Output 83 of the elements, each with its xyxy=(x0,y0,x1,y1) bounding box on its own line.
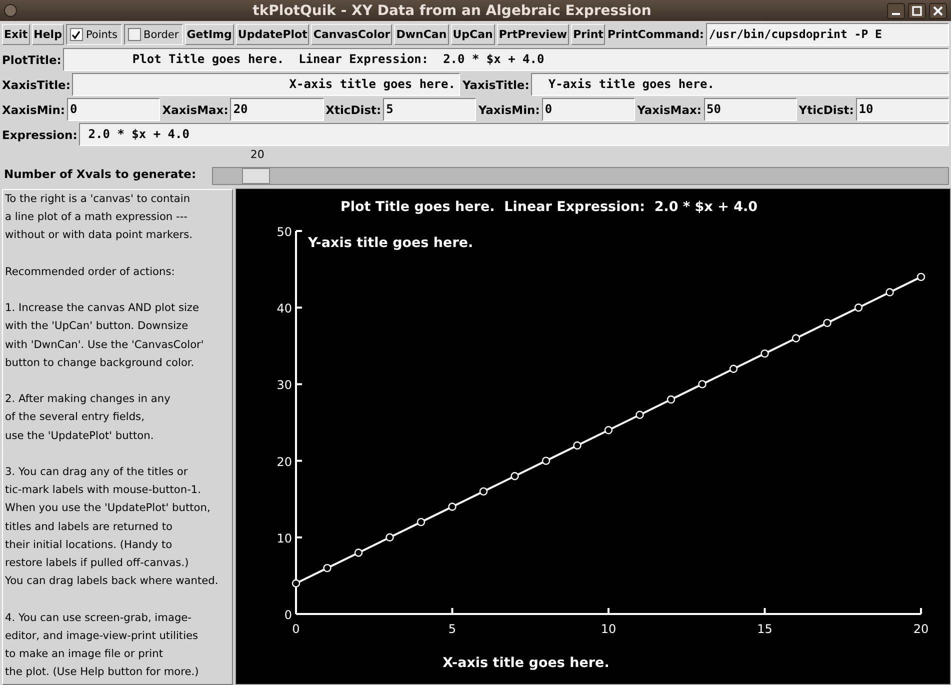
field-label: YaxisMin: xyxy=(478,102,540,116)
toolbar-button[interactable]: CanvasColor xyxy=(311,24,392,45)
maximize-icon[interactable] xyxy=(908,2,926,18)
help-paragraph: 3. You can drag any of the titles or tic-mark labels with mouse-button-1. When you use the 'UpdatePlot' button, titles and labels are returned to their initial locations. (Handy to restore labels if pulled off-canvas.) You can drag labels back where wanted. xyxy=(5,464,220,590)
axis-title-field[interactable]: X-axis title goes here. xyxy=(72,73,460,96)
field-label: YaxisMax: xyxy=(637,102,702,116)
toolbar-button[interactable]: PrtPreview xyxy=(496,24,570,45)
y-tick-label: 10 xyxy=(276,531,292,546)
field-label: YaxisTitle: xyxy=(462,78,530,92)
data-point-marker xyxy=(479,487,488,496)
data-point-marker xyxy=(448,502,456,511)
x-tick-label: 10 xyxy=(600,622,616,636)
axis-limit-field[interactable]: 10 xyxy=(856,98,950,121)
data-point-marker xyxy=(323,564,332,572)
help-paragraph: Recommended order of actions: xyxy=(5,264,176,280)
data-point-marker xyxy=(823,318,832,328)
axis-limit-field[interactable]: 20 xyxy=(230,98,324,121)
data-point-marker xyxy=(792,334,800,342)
toolbar-button[interactable]: Print xyxy=(571,24,606,45)
checkmark-icon xyxy=(71,30,82,40)
field-label: XaxisMin: xyxy=(2,102,66,116)
x-tick-label: 15 xyxy=(757,622,772,636)
data-point-marker xyxy=(666,395,676,404)
toolbar-button[interactable]: UpdatePlot xyxy=(236,24,310,45)
y-tick-label: 40 xyxy=(276,302,292,316)
data-point-marker xyxy=(916,272,926,282)
y-tick-label: 0 xyxy=(284,608,292,622)
toolbar-button[interactable]: GetImg xyxy=(184,24,234,45)
toolbar-button[interactable]: DwnCan xyxy=(394,24,449,45)
x-axis-title: X-axis title goes here. xyxy=(442,655,610,671)
axis-limit-field[interactable]: 50 xyxy=(704,98,797,121)
axis-limit-field[interactable]: 5 xyxy=(383,98,476,121)
minimize-icon[interactable] xyxy=(887,2,905,18)
toolbar-button[interactable]: Exit xyxy=(2,24,30,45)
data-point-marker xyxy=(854,304,863,312)
data-point-marker xyxy=(416,518,426,526)
x-tick-label: 20 xyxy=(913,622,929,636)
slider-thumb[interactable] xyxy=(242,168,270,184)
window-title: tkPlotQuik - XY Data from an Algebraic Expression xyxy=(252,2,652,18)
help-paragraph: 1. Increase the canvas AND plot size with the 'UpCan' button. Downsize with 'DwnCan'. Use the 'CanvasColor' button to change background color. xyxy=(5,301,205,371)
y-tick-label: 30 xyxy=(276,378,292,392)
data-point-marker xyxy=(760,349,769,358)
data-point-marker xyxy=(886,288,894,296)
field-label: XticDist: xyxy=(326,102,382,116)
slider-reading: 20 xyxy=(250,148,264,161)
field-label: YticDist: xyxy=(798,102,854,116)
help-paragraph: 2. After making changes in any of the several entry fields, use the 'UpdatePlot' button. xyxy=(5,392,172,444)
data-point-marker xyxy=(542,456,550,465)
y-axis-title: Y-axis title goes here. xyxy=(308,235,474,251)
data-point-marker xyxy=(292,579,300,588)
data-point-marker xyxy=(510,472,519,480)
field-label: XaxisTitle: xyxy=(2,78,70,92)
data-point-marker xyxy=(386,533,394,542)
data-point-marker xyxy=(604,426,613,434)
help-paragraph: 4. You can use screen-grab, image- editor, and image-view-print utilities to make an image file or print the plot. (Use Help button for more.) xyxy=(5,610,200,680)
print-command-field[interactable]: /usr/bin/cupsdoprint -P E xyxy=(706,23,949,46)
close-icon[interactable] xyxy=(929,2,947,18)
data-point-marker xyxy=(729,364,738,373)
y-tick-label: 20 xyxy=(276,454,292,469)
x-tick-label: 5 xyxy=(448,622,456,636)
plot-title: Plot Title goes here. Linear Expression: 2.0 * $x + 4.0 xyxy=(340,199,758,215)
axis-title-field[interactable]: Y-axis title goes here. xyxy=(531,73,949,96)
data-point-marker xyxy=(354,548,363,557)
help-paragraph: To the right is a 'canvas' to contain a line plot of a math expression --- without or with data point markers. xyxy=(5,192,194,244)
field-label: PrintCommand: xyxy=(607,28,704,41)
axis-limit-field[interactable]: 0 xyxy=(67,98,160,121)
data-point-marker xyxy=(698,380,706,388)
data-point-marker xyxy=(636,410,644,419)
field-label: Expression: xyxy=(2,128,78,142)
plot-title-field[interactable]: Plot Title goes here. Linear Expression: 2.0 * $x + 4.0 xyxy=(63,48,949,71)
checkbox[interactable]: Border xyxy=(124,24,183,45)
field-label: XaxisMax: xyxy=(162,102,228,116)
y-tick-label: 50 xyxy=(276,225,292,239)
data-point-marker xyxy=(573,441,582,450)
x-tick-label: 0 xyxy=(292,622,300,636)
window-menu-icon[interactable] xyxy=(4,4,17,17)
field-label: PlotTitle: xyxy=(2,52,62,66)
checkbox[interactable]: Points xyxy=(66,24,122,45)
expression-field[interactable]: 2.0 * $x + 4.0 xyxy=(79,123,949,146)
axis-limit-field[interactable]: 0 xyxy=(542,98,636,121)
slider-label: Number of Xvals to generate: xyxy=(4,167,198,183)
toolbar-button[interactable]: Help xyxy=(32,24,64,45)
toolbar-button[interactable]: UpCan xyxy=(450,24,495,45)
